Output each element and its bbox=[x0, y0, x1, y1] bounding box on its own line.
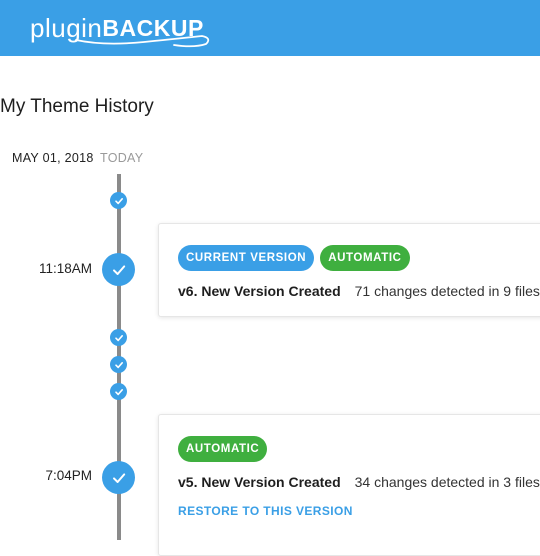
check-icon bbox=[112, 472, 125, 483]
current-version-badge: CURRENT VERSION bbox=[178, 245, 315, 271]
changes-summary: 71 changes detected in 9 files bbox=[354, 283, 540, 299]
version-card: CURRENT VERSION AUTOMATIC v6. New Versio… bbox=[158, 223, 540, 317]
badge-group: CURRENT VERSION AUTOMATIC bbox=[178, 245, 410, 271]
automatic-badge: AUTOMATIC bbox=[320, 245, 410, 271]
app-header: plugin BACKUP bbox=[0, 0, 540, 56]
entry-time: 7:04PM bbox=[45, 468, 92, 483]
version-title: v6. New Version Created bbox=[178, 283, 341, 299]
check-icon bbox=[114, 361, 123, 368]
timeline-dot-small[interactable] bbox=[110, 356, 127, 373]
pluginbackup-logo[interactable]: plugin BACKUP bbox=[30, 10, 210, 48]
check-icon bbox=[114, 197, 123, 204]
changes-summary: 34 changes detected in 3 files bbox=[354, 474, 540, 490]
today-label: TODAY bbox=[100, 151, 144, 165]
timeline-date: MAY 01, 2018 bbox=[12, 151, 94, 165]
logo-swoosh-icon bbox=[75, 35, 210, 48]
version-card: AUTOMATIC v5. New Version Created 34 chan… bbox=[158, 414, 540, 556]
page-title: My Theme History bbox=[0, 96, 154, 117]
timeline-dot-small[interactable] bbox=[110, 192, 127, 209]
badge-group: AUTOMATIC bbox=[178, 436, 268, 462]
version-summary: v5. New Version Created 34 changes detect… bbox=[178, 474, 540, 490]
version-title: v5. New Version Created bbox=[178, 474, 341, 490]
check-icon bbox=[114, 334, 123, 341]
timeline-dot-large[interactable] bbox=[102, 461, 135, 494]
entry-time: 11:18AM bbox=[38, 261, 92, 276]
version-summary: v6. New Version Created 71 changes detect… bbox=[178, 283, 540, 299]
timeline-dot-large[interactable] bbox=[102, 253, 135, 286]
restore-version-link[interactable]: RESTORE TO THIS VERSION bbox=[178, 504, 353, 518]
check-icon bbox=[112, 264, 125, 275]
check-icon bbox=[114, 388, 123, 395]
automatic-badge: AUTOMATIC bbox=[178, 436, 268, 462]
timeline-dot-small[interactable] bbox=[110, 329, 127, 346]
timeline-dot-small[interactable] bbox=[110, 383, 127, 400]
